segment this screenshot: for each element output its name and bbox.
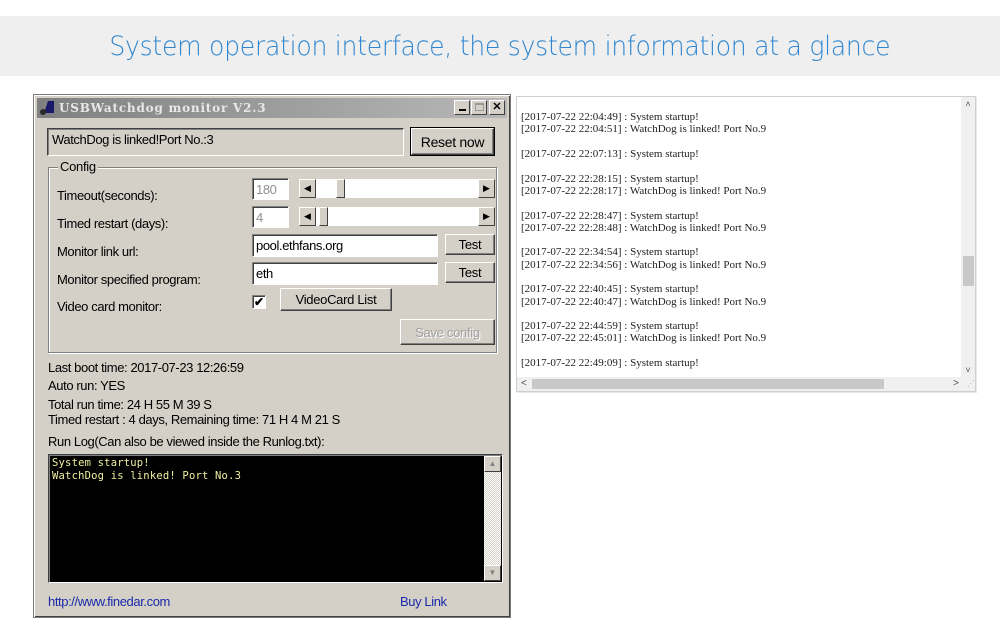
close-button[interactable]: ✕: [489, 100, 505, 115]
checkmark-icon: ✔: [253, 295, 265, 309]
log-line: [2017-07-22 22:40:45] : System startup!: [521, 283, 699, 296]
timed-restart-slider[interactable]: ◀ ▶: [298, 206, 496, 227]
timed-restart-remaining: Timed restart : 4 days, Remaining time: …: [48, 412, 340, 427]
horizontal-scroll-thumb[interactable]: [532, 379, 884, 389]
run-log-text: System startup! WatchDog is linked! Port…: [52, 457, 242, 482]
run-log-console[interactable]: System startup! WatchDog is linked! Port…: [48, 454, 503, 583]
banner: System operation interface, the system i…: [0, 16, 1000, 76]
videocard-list-button[interactable]: VideoCard List: [280, 288, 392, 311]
chevron-down-icon[interactable]: ˅: [961, 365, 975, 375]
watchdog-monitor-window: USBWatchdog monitor V2.3 ✕ WatchDog is l…: [33, 94, 511, 618]
slider-right-arrow[interactable]: ▶: [478, 179, 495, 198]
chevron-up-icon[interactable]: ˄: [961, 99, 975, 109]
monitor-url-input[interactable]: [252, 234, 438, 257]
watchdog-app-icon: [40, 100, 56, 116]
test-program-button[interactable]: Test: [445, 262, 495, 283]
log-line: [2017-07-22 22:07:13] : System startup!: [521, 147, 699, 160]
log-line: [2017-07-22 22:28:15] : System startup!: [521, 172, 699, 185]
title-bar[interactable]: USBWatchdog monitor V2.3 ✕: [37, 98, 507, 118]
slider-right-arrow[interactable]: ▶: [478, 207, 495, 226]
log-line: [2017-07-22 22:45:01] : WatchDog is link…: [521, 332, 767, 345]
log-entry: [2017-07-22 22:04:49] : System startup![…: [521, 111, 766, 135]
timed-restart-label: Timed restart (days):: [57, 216, 169, 231]
save-config-button[interactable]: Save config: [400, 319, 495, 345]
slider-left-arrow[interactable]: ◀: [299, 179, 316, 198]
scroll-up-arrow-icon[interactable]: ▲: [484, 456, 501, 472]
console-scrollbar[interactable]: ▲ ▼: [484, 456, 501, 581]
test-url-button[interactable]: Test: [445, 234, 495, 255]
timeout-slider[interactable]: ◀ ▶: [298, 178, 496, 199]
timeout-label: Timeout(seconds):: [57, 188, 158, 203]
video-card-checkbox[interactable]: ✔: [252, 295, 266, 309]
log-entry: [2017-07-22 22:40:45] : System startup![…: [521, 283, 766, 307]
log-line: [2017-07-22 22:40:47] : WatchDog is link…: [521, 295, 767, 308]
resize-grip-icon[interactable]: ⋰: [961, 377, 975, 391]
maximize-button[interactable]: [471, 100, 487, 115]
monitor-url-label: Monitor link url:: [57, 244, 139, 259]
close-icon: ✕: [492, 101, 502, 113]
log-line: [2017-07-22 22:49:09] : System startup!: [521, 357, 699, 370]
log-entry: [2017-07-22 22:49:09] : System startup!: [521, 357, 766, 369]
maximize-icon: [475, 103, 484, 111]
log-entry: [2017-07-22 22:07:13] : System startup!: [521, 148, 766, 160]
log-entry: [2017-07-22 22:34:54] : System startup![…: [521, 246, 766, 270]
window-title: USBWatchdog monitor V2.3: [59, 101, 267, 115]
log-line: [2017-07-22 22:34:54] : System startup!: [521, 246, 699, 259]
chevron-left-icon[interactable]: <: [521, 377, 527, 391]
runlog-horizontal-scrollbar[interactable]: < >: [517, 377, 963, 391]
video-card-label: Video card monitor:: [57, 299, 162, 314]
minimize-icon: [459, 109, 466, 111]
timed-restart-input[interactable]: [252, 206, 289, 228]
timeout-input[interactable]: [252, 178, 289, 200]
log-line: [2017-07-22 22:28:17] : WatchDog is link…: [521, 184, 767, 197]
link-status-box: WatchDog is linked!Port No.:3: [47, 128, 404, 156]
minimize-button[interactable]: [454, 100, 470, 115]
slider-left-arrow[interactable]: ◀: [299, 207, 316, 226]
slider-thumb[interactable]: [335, 179, 345, 198]
reset-now-button[interactable]: Reset now: [410, 127, 495, 156]
monitor-program-input[interactable]: [252, 262, 438, 285]
log-line: [2017-07-22 22:04:51] : WatchDog is link…: [521, 123, 767, 136]
total-run-time: Total run time: 24 H 55 M 39 S: [48, 397, 212, 412]
runlog-viewer[interactable]: [2017-07-22 22:04:49] : System startup![…: [516, 96, 976, 392]
monitor-program-label: Monitor specified program:: [57, 272, 201, 287]
log-entry: [2017-07-22 22:28:15] : System startup![…: [521, 173, 766, 197]
auto-run-status: Auto run: YES: [48, 378, 125, 393]
buy-link[interactable]: Buy Link: [400, 594, 447, 609]
log-entry: [2017-07-22 22:44:59] : System startup![…: [521, 320, 766, 344]
slider-thumb[interactable]: [319, 207, 329, 226]
last-boot-time: Last boot time: 2017-07-23 12:26:59: [48, 360, 244, 375]
runlog-lines: [2017-07-22 22:04:49] : System startup![…: [521, 111, 766, 382]
run-log-label: Run Log(Can also be viewed inside the Ru…: [48, 434, 325, 449]
log-entry: [2017-07-22 22:28:47] : System startup![…: [521, 210, 766, 234]
log-line: [2017-07-22 22:44:59] : System startup!: [521, 320, 699, 333]
log-line: [2017-07-22 22:34:56] : WatchDog is link…: [521, 258, 767, 271]
chevron-right-icon[interactable]: >: [953, 377, 959, 391]
banner-title: System operation interface, the system i…: [109, 30, 891, 62]
log-line: [2017-07-22 22:28:47] : System startup!: [521, 209, 699, 222]
website-link[interactable]: http://www.finedar.com: [48, 594, 170, 609]
log-line: [2017-07-22 22:28:48] : WatchDog is link…: [521, 221, 767, 234]
log-line: [2017-07-22 22:04:49] : System startup!: [521, 111, 699, 123]
vertical-scroll-thumb[interactable]: [963, 256, 974, 286]
scroll-down-arrow-icon[interactable]: ▼: [484, 565, 501, 581]
runlog-vertical-scrollbar[interactable]: ˄ ˅: [961, 97, 975, 377]
config-legend: Config: [58, 159, 98, 174]
